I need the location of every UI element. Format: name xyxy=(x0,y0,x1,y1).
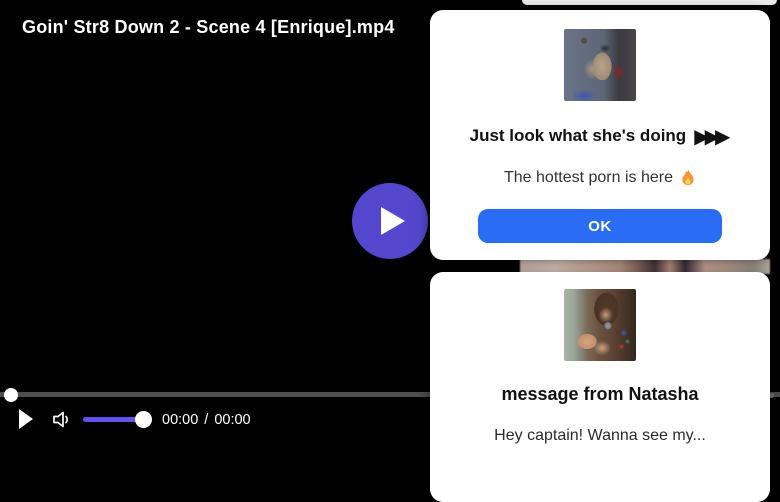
time-separator: / xyxy=(204,412,209,428)
popup-ad-top[interactable]: Just look what she's doing ▶▶▶ The hotte… xyxy=(430,10,770,260)
fire-icon xyxy=(680,169,696,187)
time-display: 00:00 / 00:00 xyxy=(162,412,251,428)
ok-button[interactable]: OK xyxy=(478,209,722,243)
volume-slider-thumb[interactable] xyxy=(135,411,152,428)
popup-heading-text: message from Natasha xyxy=(501,384,699,404)
popup-thumbnail-selfie[interactable] xyxy=(564,289,636,361)
triple-arrow-icon: ▶▶▶ xyxy=(694,124,730,148)
popup-heading-text: Just look what she's doing xyxy=(469,126,687,145)
play-icon xyxy=(374,206,406,236)
duration: 00:00 xyxy=(214,412,251,428)
center-play-button[interactable] xyxy=(352,183,428,259)
popup-ad-bottom[interactable]: message from Natasha Hey captain! Wanna … xyxy=(430,272,770,502)
popup-subtext: The hottest porn is here xyxy=(504,169,696,187)
popup-thumbnail-webcam[interactable] xyxy=(564,29,636,101)
video-title: Goin' Str8 Down 2 - Scene 4 [Enrique].mp… xyxy=(22,17,395,37)
popup-heading: Just look what she's doing ▶▶▶ xyxy=(470,124,731,148)
hidden-card-top-strip xyxy=(522,0,777,5)
popup-heading: message from Natasha xyxy=(501,384,698,405)
mute-button[interactable] xyxy=(51,409,72,430)
play-button[interactable] xyxy=(18,408,34,430)
popup-subtext-text: The hottest porn is here xyxy=(504,169,673,186)
current-time: 00:00 xyxy=(162,412,199,428)
speaker-icon xyxy=(51,409,72,430)
play-icon xyxy=(18,408,34,430)
popup-message: Hey captain! Wanna see my... xyxy=(494,427,706,444)
